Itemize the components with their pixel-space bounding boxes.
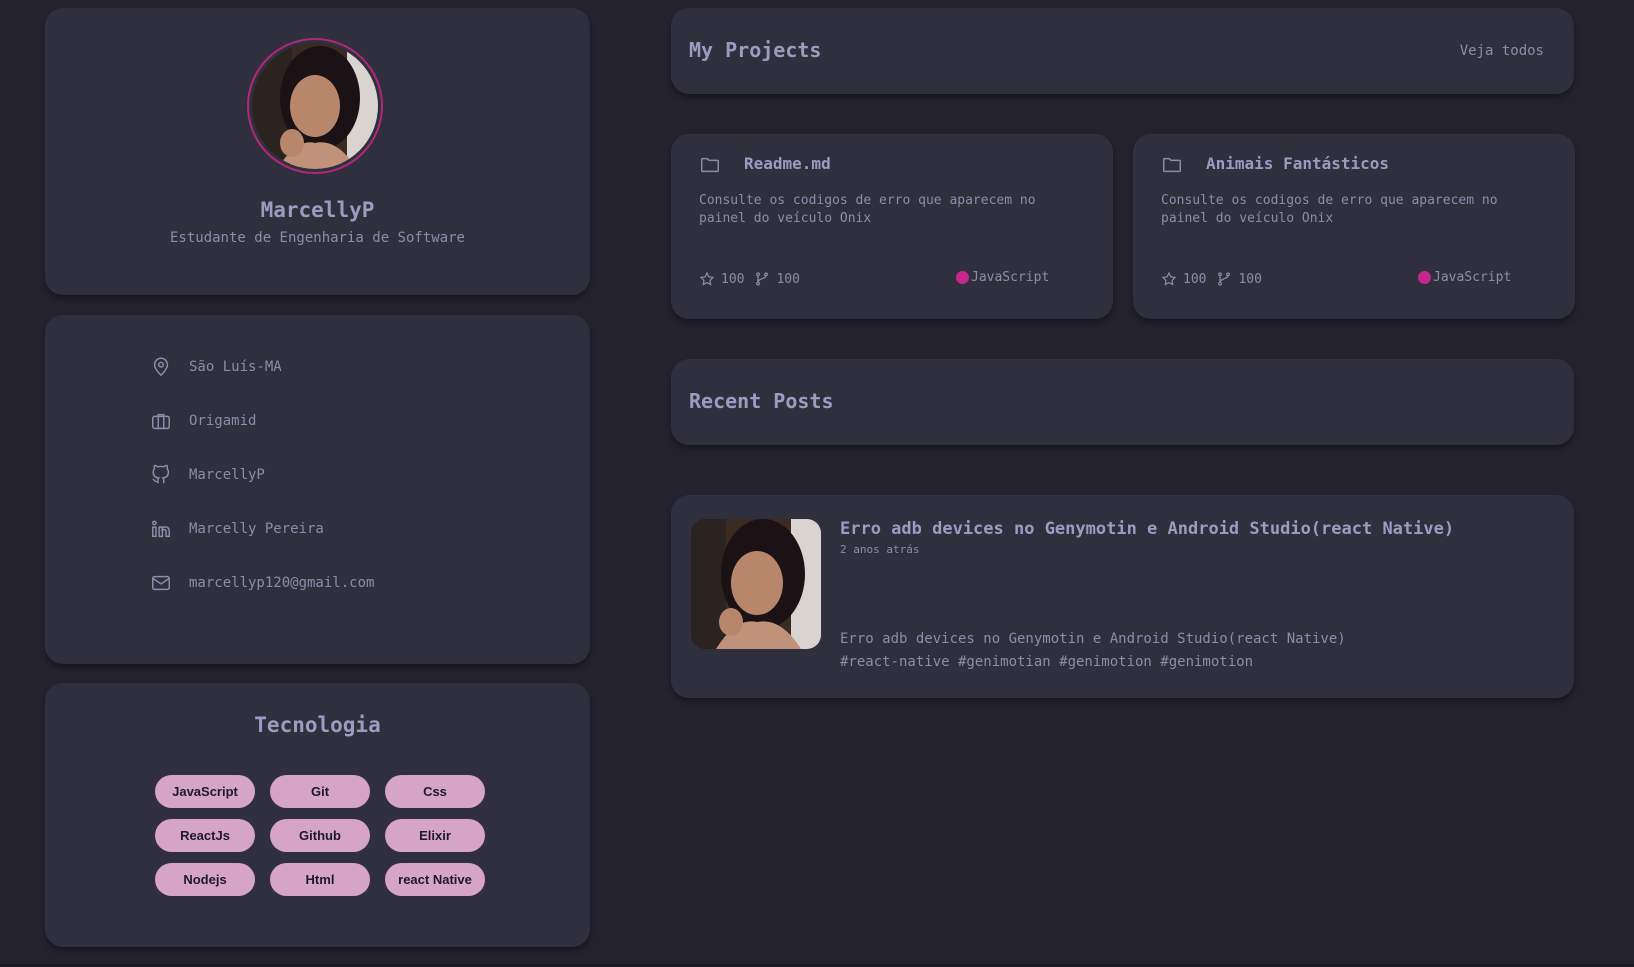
linkedin-item[interactable]: Marcelly Pereira (150, 517, 324, 541)
tech-chip[interactable]: JavaScript (155, 775, 255, 808)
post-title[interactable]: Erro adb devices no Genymotin e Android … (840, 519, 1454, 539)
tech-chip[interactable]: Html (270, 863, 370, 896)
language-label: JavaScript (971, 270, 1050, 285)
info-card: São Luís-MA Origamid MarcellyP Marcelly … (45, 315, 590, 664)
language-dot (956, 271, 969, 284)
profile-role: Estudante de Engenharia de Software (169, 230, 465, 246)
posts-title: Recent Posts (689, 389, 834, 413)
company-text: Origamid (189, 413, 257, 429)
fork-count: 100 (1238, 271, 1262, 287)
fork-icon (756, 272, 769, 286)
project-card[interactable]: Readme.md Consulte os codigos de erro qu… (671, 134, 1113, 319)
folder-icon (1163, 157, 1181, 173)
map-pin-icon (153, 357, 169, 377)
profile-name: MarcellyP (260, 198, 375, 222)
avatar-photo (252, 43, 378, 169)
star-icon (1161, 271, 1177, 286)
project-description: Consulte os codigos de erro que aparecem… (699, 193, 1036, 226)
projects-title: My Projects (689, 38, 822, 62)
github-icon (152, 464, 170, 484)
github-item[interactable]: MarcellyP (150, 463, 265, 487)
tech-title: Tecnologia (254, 713, 381, 737)
tech-chip[interactable]: Git (270, 775, 370, 808)
projects-header: My Projects Veja todos (671, 8, 1574, 94)
star-count: 100 (721, 271, 745, 287)
linkedin-icon (151, 520, 170, 538)
project-card[interactable]: Animais Fantásticos Consulte os codigos … (1133, 134, 1575, 319)
fork-icon (1218, 272, 1231, 286)
avatar (247, 38, 383, 174)
tech-chip[interactable]: Css (385, 775, 485, 808)
tech-chip[interactable]: react Native (385, 863, 485, 896)
star-icon (699, 271, 715, 286)
project-name[interactable]: Animais Fantásticos (1206, 154, 1389, 173)
project-language: JavaScript (1418, 270, 1511, 285)
post-thumbnail (691, 519, 821, 649)
see-all-link[interactable]: Veja todos (1460, 43, 1544, 59)
language-dot (1418, 271, 1431, 284)
tech-chip[interactable]: Github (270, 819, 370, 852)
folder-icon (701, 157, 719, 173)
location-item: São Luís-MA (150, 355, 282, 379)
star-count: 100 (1183, 271, 1207, 287)
email-item[interactable]: marcellyp120@gmail.com (150, 571, 374, 595)
profile-card: MarcellyP Estudante de Engenharia de Sof… (45, 8, 590, 295)
github-text[interactable]: MarcellyP (189, 467, 265, 483)
language-label: JavaScript (1433, 270, 1512, 285)
tech-chip[interactable]: ReactJs (155, 819, 255, 852)
fork-count: 100 (776, 271, 800, 287)
briefcase-icon (152, 413, 170, 430)
company-item: Origamid (150, 409, 256, 433)
post-date: 2 anos atrás (840, 543, 920, 556)
post-card[interactable]: Erro adb devices no Genymotin e Android … (671, 495, 1574, 698)
location-text: São Luís-MA (189, 359, 282, 375)
linkedin-text[interactable]: Marcelly Pereira (189, 521, 324, 537)
post-summary: Erro adb devices no Genymotin e Android … (840, 631, 1346, 647)
project-description: Consulte os codigos de erro que aparecem… (1161, 193, 1498, 226)
post-body: Erro adb devices no Genymotin e Android … (840, 628, 1346, 674)
project-stats: 100 100 (699, 271, 800, 287)
project-stats: 100 100 (1161, 271, 1262, 287)
posts-header: Recent Posts (671, 359, 1574, 445)
email-text[interactable]: marcellyp120@gmail.com (189, 575, 374, 591)
post-tags: #react-native #genimotian #genimotion #g… (840, 654, 1254, 670)
project-language: JavaScript (956, 270, 1049, 285)
tech-card: Tecnologia JavaScript Git Css ReactJs Gi… (45, 683, 590, 947)
mail-icon (152, 575, 170, 591)
tech-chip[interactable]: Elixir (385, 819, 485, 852)
tech-chip[interactable]: Nodejs (155, 863, 255, 896)
project-name[interactable]: Readme.md (744, 154, 831, 173)
